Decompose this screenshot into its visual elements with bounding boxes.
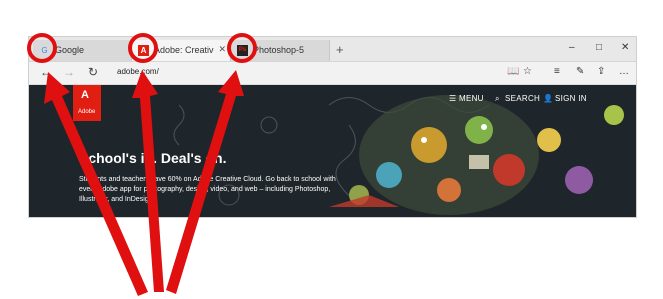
- adobe-logo[interactable]: A Adobe: [73, 85, 101, 121]
- back-icon[interactable]: ←: [40, 65, 52, 79]
- hero-blurb: Students and teachers save 60% on Adobe …: [79, 176, 336, 203]
- tab-title: Adobe: Creative, marke: [154, 45, 214, 55]
- close-window-button[interactable]: ✕: [621, 42, 629, 53]
- adobe-favicon-icon: A: [138, 45, 149, 56]
- favorite-star-icon[interactable]: ☆: [523, 66, 532, 77]
- menu-link[interactable]: ☰ MENU: [449, 94, 484, 103]
- search-link[interactable]: SEARCH: [505, 94, 540, 103]
- share-icon[interactable]: ⇪: [597, 66, 605, 77]
- forward-icon[interactable]: →: [63, 65, 75, 79]
- hub-icon[interactable]: ≡: [554, 66, 560, 77]
- close-tab-icon[interactable]: ✕: [218, 44, 226, 55]
- adobe-homepage: A Adobe ☰ MENU ⌕ SEARCH 👤 SIGN IN School…: [29, 85, 636, 217]
- refresh-icon[interactable]: ↻: [88, 65, 98, 79]
- tab-google[interactable]: G Google: [33, 40, 132, 61]
- tab-title: Google: [55, 45, 85, 55]
- user-icon[interactable]: 👤: [543, 94, 553, 103]
- tab-photoshop[interactable]: Ps Photoshop-5: [231, 40, 330, 61]
- browser-window: G Google A Adobe: Creative, marke ✕ Ps P…: [28, 36, 637, 218]
- reading-view-icon[interactable]: 📖: [507, 66, 519, 77]
- address-bar: ← → ↻ adobe.com/ 📖 ☆ ≡ ✎ ⇪ …: [29, 62, 636, 85]
- adobe-logo-label: Adobe: [78, 109, 96, 115]
- sign-in-link[interactable]: SIGN IN: [555, 94, 587, 103]
- tab-title: Photoshop-5: [253, 45, 305, 55]
- adobe-logo-mark: A: [81, 89, 89, 101]
- new-tab-button[interactable]: +: [336, 42, 344, 57]
- url-field[interactable]: adobe.com/: [117, 67, 159, 76]
- tab-bar: G Google A Adobe: Creative, marke ✕ Ps P…: [29, 37, 636, 62]
- search-icon[interactable]: ⌕: [495, 94, 500, 104]
- tab-adobe[interactable]: A Adobe: Creative, marke ✕: [132, 40, 231, 61]
- web-note-icon[interactable]: ✎: [576, 66, 584, 77]
- photoshop-favicon-icon: Ps: [237, 45, 248, 56]
- hero-headline: School's in. Deal's on.: [79, 150, 227, 166]
- maximize-button[interactable]: □: [596, 42, 602, 53]
- minimize-button[interactable]: –: [569, 42, 575, 53]
- more-icon[interactable]: …: [619, 66, 629, 77]
- google-favicon-icon: G: [41, 46, 48, 55]
